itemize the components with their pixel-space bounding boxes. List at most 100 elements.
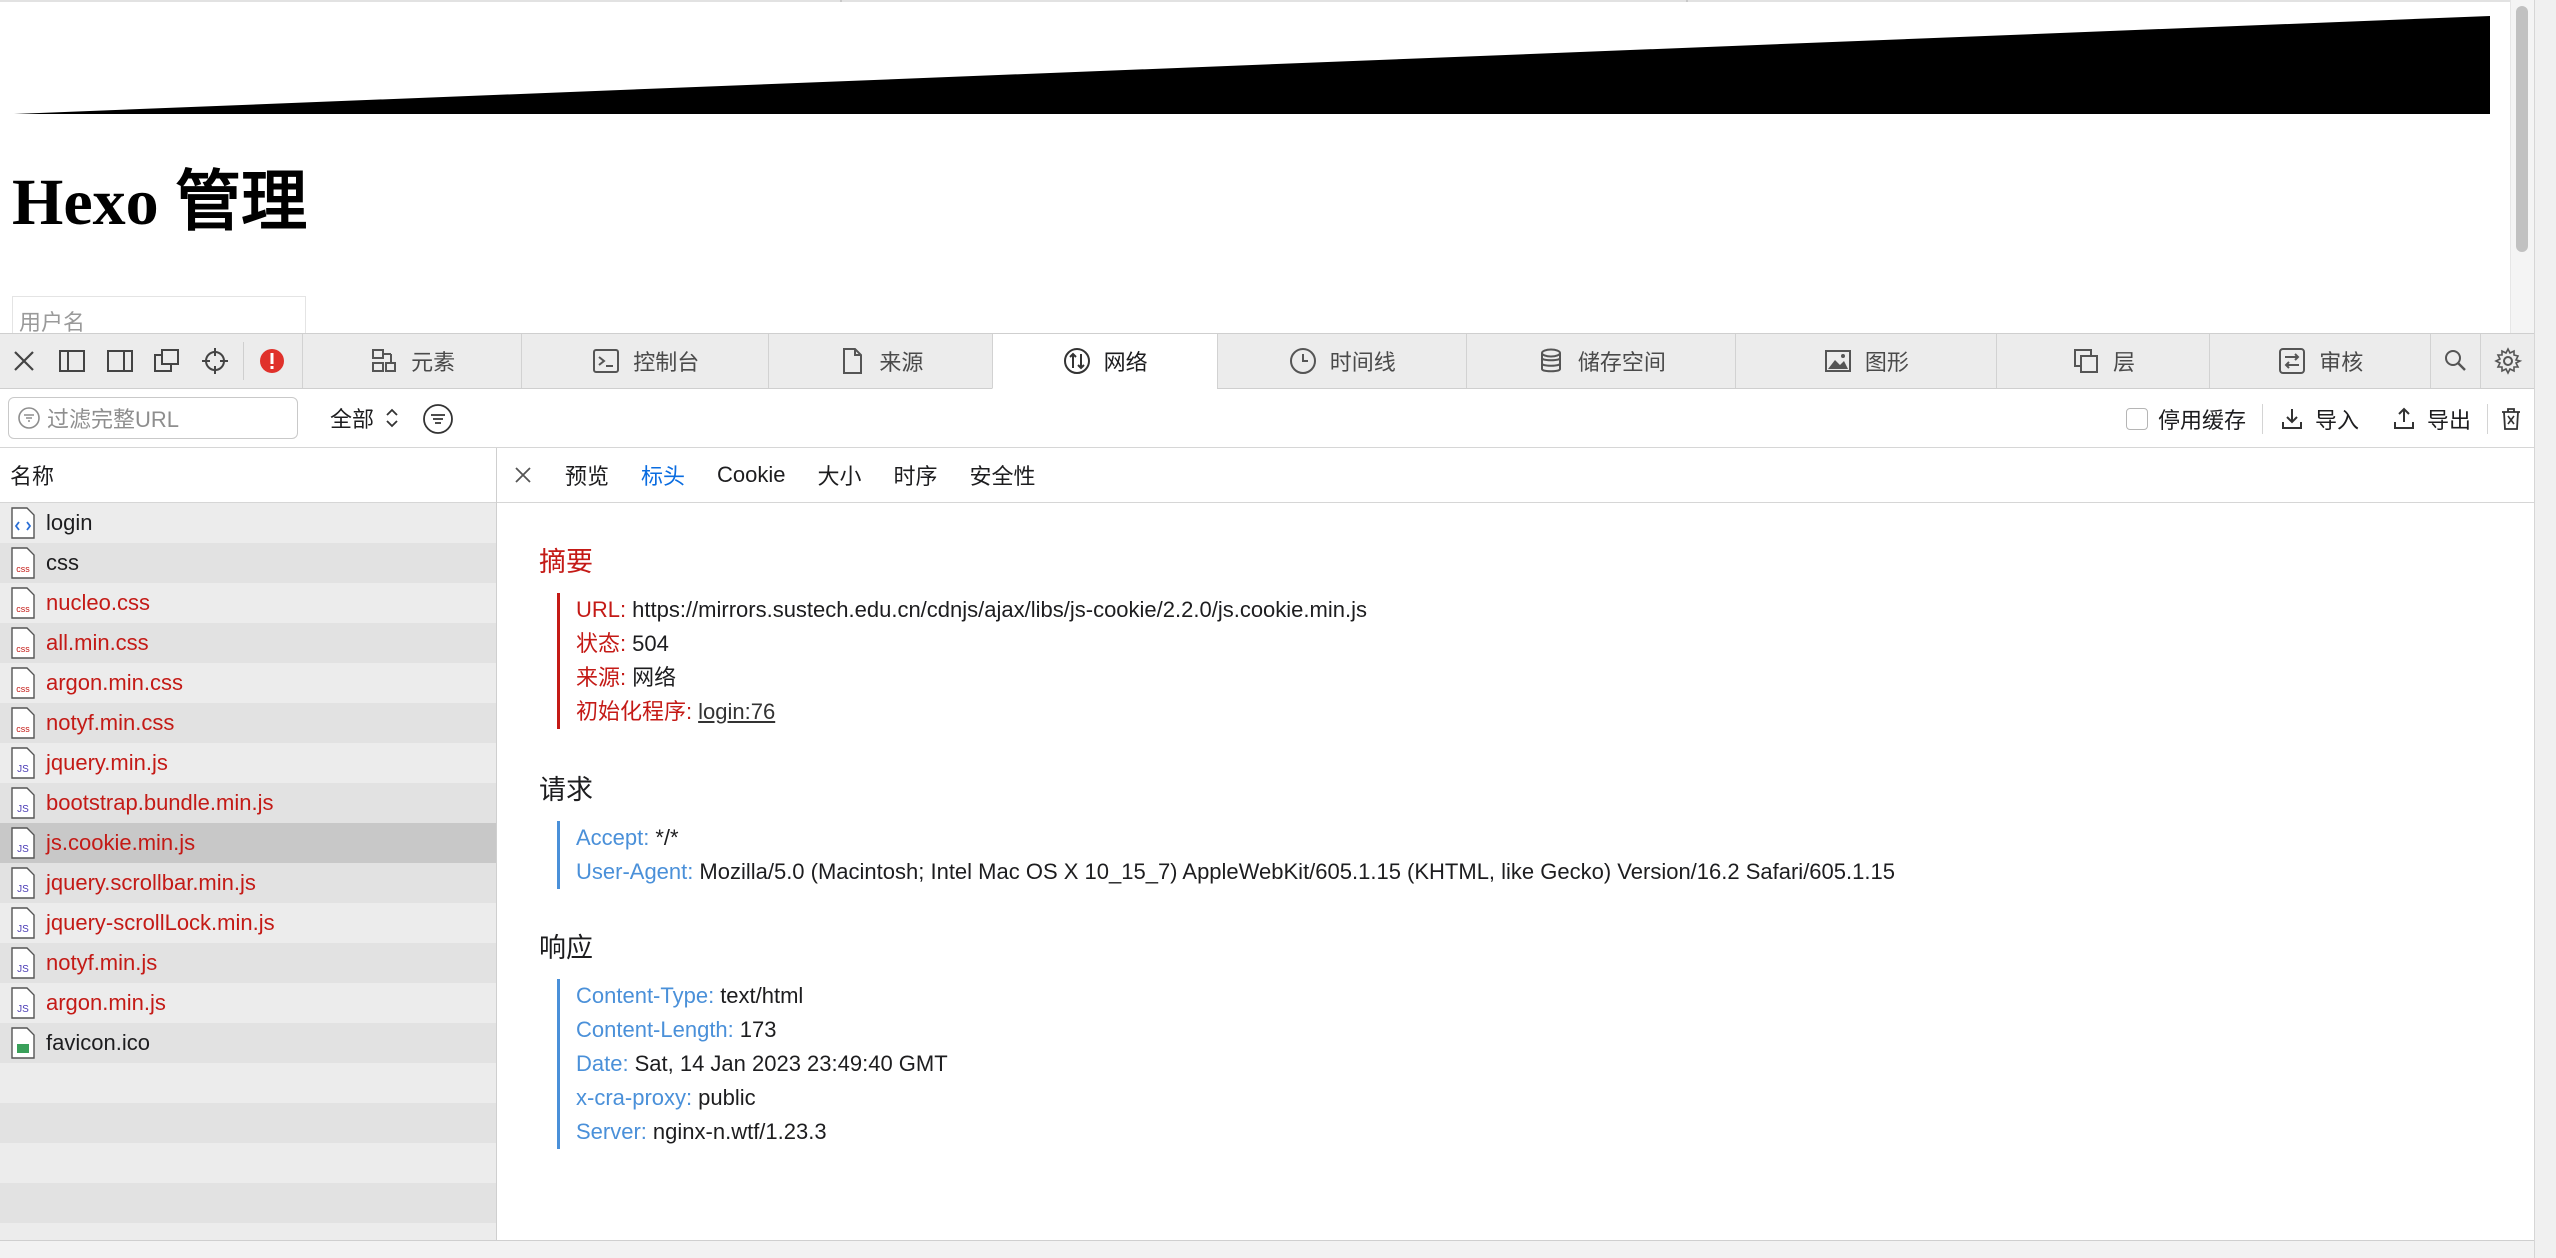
username-input[interactable]: 用户名	[12, 296, 306, 333]
request-row[interactable]: login	[0, 503, 496, 543]
request-name: nucleo.css	[46, 590, 150, 615]
tab-console[interactable]: 控制台	[521, 334, 768, 388]
page-scrollbar-thumb[interactable]	[2516, 6, 2528, 252]
js-file-icon: JS	[10, 907, 36, 939]
storage-icon	[1540, 348, 1561, 373]
clear-network-button[interactable]	[2488, 406, 2534, 432]
tab-preview[interactable]: 预览	[549, 459, 625, 491]
name-column-header: 名称	[10, 464, 55, 489]
request-list-header[interactable]: 名称	[0, 448, 496, 503]
header-line: x-cra-proxy: public	[576, 1081, 948, 1115]
header-key: Server:	[576, 1119, 647, 1144]
graphics-icon	[1824, 350, 1851, 372]
request-row[interactable]: css css	[0, 543, 496, 583]
tab-network[interactable]: 网络	[991, 334, 1217, 389]
request-row[interactable]: JS jquery.min.js	[0, 743, 496, 783]
inspect-element-button[interactable]	[191, 334, 239, 388]
page-scrollbar[interactable]	[2510, 0, 2534, 333]
audit-icon	[2279, 348, 2306, 374]
request-row[interactable]: JS jquery.scrollbar.min.js	[0, 863, 496, 903]
tab-elements[interactable]: 元素	[301, 334, 521, 388]
tab-timeline[interactable]: 时间线	[1216, 334, 1466, 388]
resource-type-select[interactable]: 全部	[330, 401, 400, 435]
bottom-edge	[0, 1240, 2534, 1258]
request-row[interactable]: css argon.min.css	[0, 663, 496, 703]
filter-url-input[interactable]: 过滤完整URL	[8, 397, 298, 439]
tab-storage[interactable]: 储存空间	[1465, 334, 1735, 388]
network-filter-bar: 过滤完整URL 全部 停用缓存 导入 导出	[0, 389, 2534, 448]
close-devtools-button[interactable]	[0, 334, 48, 388]
js-file-icon: JS	[10, 827, 36, 859]
initiator-link[interactable]: login:76	[698, 699, 775, 724]
summary-url-value: https://mirrors.sustech.edu.cn/cdnjs/aja…	[632, 597, 1367, 622]
summary-status-key: 状态:	[576, 631, 627, 656]
disable-cache-toggle[interactable]: 停用缓存	[2110, 403, 2262, 435]
js-file-icon: JS	[10, 787, 36, 819]
trash-icon	[2502, 407, 2520, 430]
tab-headers[interactable]: 标头	[625, 459, 701, 491]
request-row[interactable]: JS js.cookie.min.js	[0, 823, 496, 863]
tab-size[interactable]: 大小	[802, 459, 878, 491]
request-row[interactable]: JS notyf.min.js	[0, 943, 496, 983]
close-icon	[14, 351, 34, 371]
separate-window-icon	[154, 349, 180, 372]
image-file-icon	[10, 1027, 36, 1059]
header-line: Date: Sat, 14 Jan 2023 23:49:40 GMT	[576, 1047, 948, 1081]
dock-left-button[interactable]	[48, 334, 96, 388]
import-icon	[2281, 408, 2302, 429]
header-line: Accept: */*	[576, 821, 1895, 855]
request-row[interactable]: JS bootstrap.bundle.min.js	[0, 783, 496, 823]
header-key: Content-Length:	[576, 1017, 734, 1042]
tab-timing[interactable]: 时序	[878, 459, 954, 491]
filter-options-icon[interactable]	[422, 403, 454, 435]
disable-cache-checkbox[interactable]	[2125, 407, 2148, 430]
request-row[interactable]: css nucleo.css	[0, 583, 496, 623]
header-line: Server: nginx-n.wtf/1.23.3	[576, 1115, 948, 1149]
js-file-icon: JS	[10, 987, 36, 1019]
search-icon	[2444, 350, 2466, 371]
tab-security[interactable]: 安全性	[954, 459, 1052, 491]
response-headers-block: Content-Type: text/html Content-Length: 173…	[557, 979, 948, 1149]
request-row[interactable]: css notyf.min.css	[0, 703, 496, 743]
request-row[interactable]: JS jquery-scrollLock.min.js	[0, 903, 496, 943]
tab-graphics[interactable]: 图形	[1734, 334, 1996, 388]
request-name: js.cookie.min.js	[46, 830, 196, 855]
disable-cache-label: 停用缓存	[2157, 407, 2246, 433]
request-name: notyf.min.css	[46, 710, 175, 735]
header-value: 173	[739, 1017, 777, 1042]
request-row[interactable]: JS argon.min.js	[0, 983, 496, 1023]
request-name: css	[46, 550, 79, 575]
export-button[interactable]: 导出	[2375, 403, 2487, 435]
summary-block: URL: https://mirrors.sustech.edu.cn/cdnjs…	[557, 593, 1367, 729]
undock-button[interactable]	[143, 334, 191, 388]
close-details-button[interactable]	[497, 464, 549, 486]
error-indicator-button[interactable]	[248, 334, 296, 388]
js-file-icon: JS	[10, 747, 36, 779]
tab-label: 储存空间	[1577, 350, 1666, 375]
tab-layers[interactable]: 层	[1995, 334, 2209, 388]
elements-icon	[372, 349, 397, 372]
request-name: jquery.scrollbar.min.js	[46, 870, 256, 895]
devtools-settings-button[interactable]	[2480, 334, 2534, 388]
css-file-icon: css	[10, 667, 36, 699]
header-value: public	[698, 1085, 756, 1110]
timeline-icon	[1289, 348, 1316, 374]
webpage-viewport: Hexo 管理 用户名	[0, 0, 2556, 333]
svg-text:css: css	[16, 644, 30, 654]
empty-row	[0, 1103, 496, 1143]
css-file-icon: css	[10, 627, 36, 659]
error-icon	[260, 349, 285, 373]
filter-icon	[18, 407, 40, 429]
import-button[interactable]: 导入	[2263, 403, 2375, 435]
dock-right-button[interactable]	[96, 334, 144, 388]
request-headers-title: 请求	[539, 775, 593, 805]
dock-left-icon	[58, 350, 85, 372]
tab-audit[interactable]: 审核	[2209, 334, 2430, 388]
tab-sources[interactable]: 来源	[768, 334, 991, 388]
tab-cookies[interactable]: Cookie	[701, 462, 801, 488]
request-row[interactable]: css all.min.css	[0, 623, 496, 663]
devtools-search-button[interactable]	[2430, 334, 2480, 388]
request-name: bootstrap.bundle.min.js	[46, 790, 274, 815]
request-row[interactable]: favicon.ico	[0, 1023, 496, 1063]
summary-url-key: URL:	[576, 597, 627, 622]
